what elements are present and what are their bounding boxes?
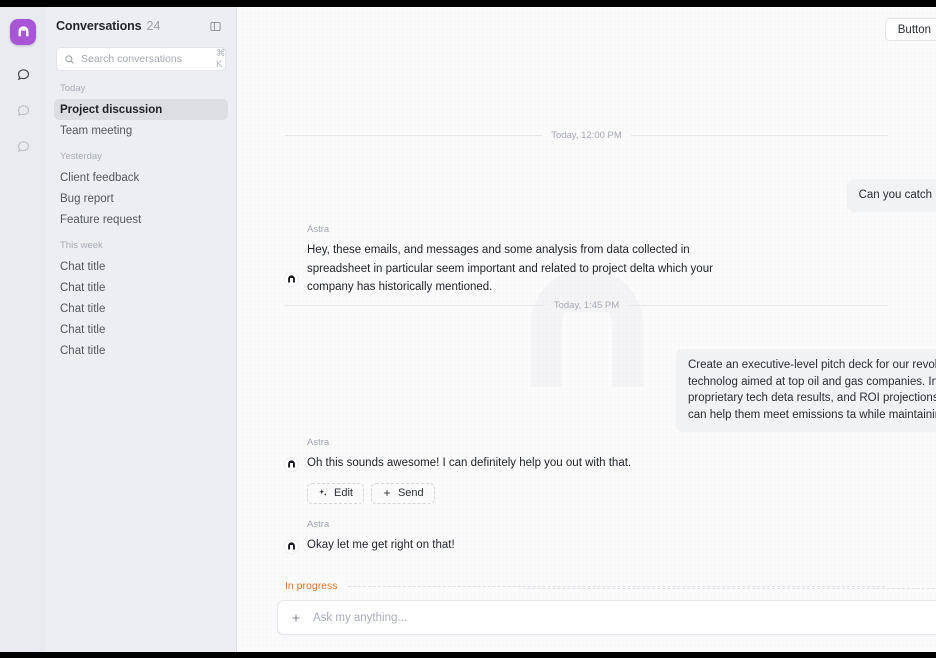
search-shortcut-hint: ⌘ K [216,48,226,70]
avatar [284,272,299,287]
user-message-bubble: Can you catch me up since I've be [846,179,936,212]
page-title: Conversations [56,19,142,33]
sidebar-item-team-meeting[interactable]: Team meeting [54,120,228,141]
message-author: Astra [307,519,330,530]
timestamp-divider-1: Today, 12:00 PM [285,127,888,143]
rail-item-chat-3[interactable] [10,133,36,159]
app-stage: Conversations 24 ⌘ K [0,7,936,652]
message-row-assistant-1: Astra Hey, these emails, and messages an… [237,224,936,297]
message-author: Astra [307,224,330,235]
sparkle-icon [319,489,327,496]
message-input[interactable] [313,611,936,624]
message-row-user-1: Can you catch me up since I've be [237,179,936,212]
icon-rail [0,7,46,652]
astra-logo-icon [18,25,28,36]
divider-line-right [630,134,888,136]
edit-button-label: Edit [334,487,353,500]
divider-line-left [285,304,545,306]
message-row-assistant-3: Astra Okay let me get right on that! [237,519,936,555]
panel-toggle-button[interactable] [206,17,224,35]
plus-icon [292,614,300,621]
message-row-user-2: Create an executive-level pitch deck for… [237,349,936,432]
app-root: Conversations 24 ⌘ K [0,0,936,658]
sidebar-header: Conversations 24 [46,7,236,45]
assistant-message-text: Oh this sounds awesome! I can definitely… [307,457,632,469]
sidebar-item-client-feedback[interactable]: Client feedback [54,167,228,188]
group-label-today: Today [60,83,86,94]
sidebar-item-label: Project discussion [60,103,163,116]
sidebar-item-project-discussion[interactable]: Project discussion [54,99,228,120]
chat-bubble-icon [17,68,29,80]
status-row: In progress [285,580,885,592]
sidebar-item-label: Client feedback [60,171,140,184]
sidebar-item-chat-2[interactable]: Chat title [54,277,228,298]
search-input[interactable] [81,53,216,65]
divider-second-wrap: Today, 1:45 PM [237,297,936,313]
top-black-bar [0,0,936,7]
bottom-black-bar [0,652,936,658]
group-label-this-week: This week [60,240,103,251]
avatar [284,457,299,472]
astra-logo[interactable] [10,19,36,45]
send-button[interactable]: Send [370,482,435,504]
sidebar-item-label: Chat title [60,323,106,336]
divider-first-wrap: Today, 12:00 PM [237,127,936,143]
divider-line-right [628,304,888,306]
sidebar-item-chat-1[interactable]: Chat title [54,256,228,277]
sidebar-item-label: Feature request [60,213,142,226]
assistant-message-text: Okay let me get right on that! [307,539,455,551]
conversations-sidebar: Conversations 24 ⌘ K [46,7,237,652]
astra-avatar-icon [288,275,295,283]
edit-button[interactable]: Edit [307,482,364,504]
sidebar-item-chat-3[interactable]: Chat title [54,298,228,319]
timestamp-label: Today, 1:45 PM [553,299,620,311]
astra-avatar-icon [288,460,295,468]
avatar [284,539,299,554]
search-conversations-box[interactable]: ⌘ K [56,47,226,71]
group-label-yesterday: Yesterday [60,151,102,162]
sidebar-item-feature-request[interactable]: Feature request [54,209,228,230]
status-badge: In progress [285,580,338,592]
conversation-list: Today Project discussion Team meeting Ye… [46,83,236,361]
sidebar-item-label: Chat title [60,302,106,315]
send-button-label: Send [397,487,424,500]
user-message-bubble: Create an executive-level pitch deck for… [676,349,936,432]
astra-avatar-icon [288,542,295,550]
sidebar-item-chat-4[interactable]: Chat title [54,319,228,340]
sidebar-item-bug-report[interactable]: Bug report [54,188,228,209]
chat-bubble-icon [17,140,29,152]
sidebar-item-label: Chat title [60,281,106,294]
sidebar-item-label: Chat title [60,260,106,273]
plus-icon [384,490,390,497]
conversation-count: 24 [146,19,161,33]
timestamp-divider-2: Today, 1:45 PM [285,297,888,313]
rail-item-chat-1[interactable] [10,61,36,87]
status-dashed-line [347,585,885,587]
rail-item-chat-2[interactable] [10,97,36,123]
panel-toggle-icon [209,21,221,31]
chat-main: Button Today, 12:00 PM Can you catch me … [237,7,936,652]
chat-bubble-icon [17,104,29,116]
message-composer[interactable] [277,600,936,635]
add-attachment-button[interactable] [290,612,302,624]
search-icon [64,54,75,65]
sidebar-item-label: Team meeting [60,124,133,137]
message-thread: Today, 12:00 PM Can you catch me up sinc… [237,7,936,652]
message-author: Astra [307,437,330,448]
sidebar-item-label: Chat title [60,344,106,357]
sidebar-item-chat-5[interactable]: Chat title [54,340,228,361]
assistant-message-text: Hey, these emails, and messages and some… [307,244,713,294]
sidebar-item-label: Bug report [60,192,114,205]
message-row-assistant-2: Astra Oh this sounds awesome! I can defi… [237,437,936,504]
top-right-button[interactable]: Button [884,18,936,41]
timestamp-label: Today, 12:00 PM [551,129,622,141]
divider-line-left [285,134,543,136]
message-actions: Edit Send [307,482,896,504]
